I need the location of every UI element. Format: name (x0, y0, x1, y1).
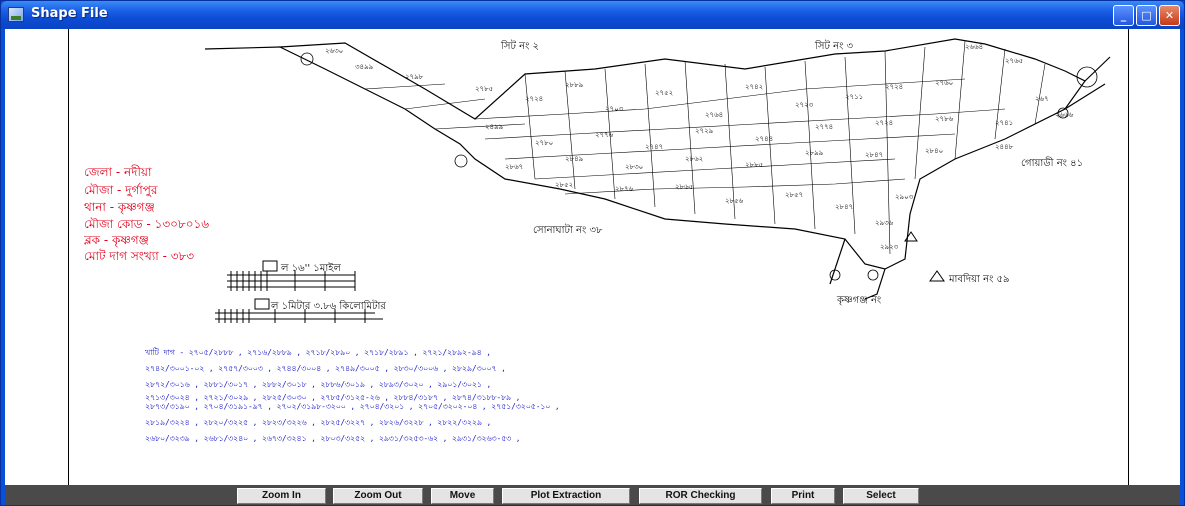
svg-text:২৮৬২: ২৮৬২ (685, 155, 703, 163)
svg-text:২৭৭৪: ২৭৭৪ (815, 123, 833, 131)
zoom-out-button[interactable]: Zoom Out (333, 488, 423, 504)
svg-text:২৭২৪: ২৭২৪ (525, 95, 543, 103)
plot-list-line-3: ২৮৭২/৩০১৬ , ২৮৮১/৩০১৭ , ২৮৮২/৩০১৮ , ২৮৮৬… (145, 380, 492, 389)
map-label-krishnaganj: কৃষ্ণগঞ্জ নং (837, 295, 882, 306)
svg-text:২৭০৩: ২৭০৩ (605, 105, 624, 113)
svg-text:২৭৮৫: ২৭৮৫ (475, 85, 493, 93)
map-label-madhabdia: মাবদিয়া নং ৫৯ (949, 274, 1010, 285)
svg-text:২৭৬৫: ২৭৬৫ (1005, 57, 1023, 65)
svg-text:২৮৭৬: ২৮৭৬ (615, 185, 634, 193)
print-button[interactable]: Print (771, 488, 835, 504)
map-label-gorachand: গোয়াডী নং ৪১ (1021, 158, 1084, 169)
svg-text:২৮৫৬: ২৮৫৬ (725, 197, 744, 205)
ror-checking-button[interactable]: ROR Checking (639, 488, 762, 504)
svg-text:২৬৬৬: ২৬৬৬ (1055, 111, 1074, 119)
plot-list-line-7: ২৬৮০/৩২৩৯ , ২৬৮১/৩২৪০ , ২৬৭৩/৩২৪১ , ২৮০৩… (145, 434, 521, 443)
map-canvas[interactable]: ২৬৩০ ৩৪৯৯ ২৭৯৮ ২৭৮৫ ২৭২৪ ২৮৮৯ ২৭০৩ ২৭৫২ ২৭৬৪… (5, 29, 1180, 485)
svg-text:২৭৮৬: ২৭৮৬ (935, 115, 954, 123)
svg-text:২৭২৩: ২৭২৩ (795, 101, 814, 109)
svg-text:২৭২৪: ২৭২৪ (885, 83, 903, 91)
legend-district: জেলা - নদীয়া (84, 165, 152, 179)
svg-text:২৬৭: ২৬৭ (1035, 95, 1049, 103)
svg-text:২৭৪৭: ২৭৪৭ (645, 143, 663, 151)
map-label-sonaghati: সোনাঘাটা নং ৩৮ (533, 225, 603, 236)
svg-text:২৭৪১: ২৭৪১ (995, 119, 1013, 127)
title-bar[interactable]: Shape File _ □ ✕ (1, 1, 1184, 29)
svg-text:২৯০৩: ২৯০৩ (895, 193, 914, 201)
svg-text:২৯২৩: ২৯২৩ (880, 243, 899, 251)
select-button[interactable]: Select (843, 488, 919, 504)
plot-list-line-1: খাটি দাগ - ২৭০৫/২৮৮৮ , ২৭১৬/২৮৮৯ , ২৭১৮/… (145, 348, 491, 357)
minimize-button[interactable]: _ (1113, 5, 1134, 26)
scale-inch-label: ল ১৬'' ১মাইল (281, 263, 341, 274)
svg-text:২৪৯৯: ২৪৯৯ (485, 123, 504, 131)
svg-text:৩৪৯৯: ৩৪৯৯ (355, 63, 374, 71)
svg-text:২৮৪০: ২৮৪০ (925, 147, 943, 155)
move-button[interactable]: Move (431, 488, 494, 504)
svg-text:২৭৪৪: ২৭৪৪ (755, 135, 773, 143)
svg-text:২৮৮৯: ২৮৮৯ (565, 81, 584, 89)
plot-list-line-5: ২৮৭৩/৩১৯০ , ২৭০৪/৩১৯১-৯৭ , ২৭০২/৩১৯৮-৩২০… (145, 402, 560, 411)
bottom-toolbar: Zoom In Zoom Out Move Plot Extraction RO… (5, 485, 1180, 505)
svg-text:২৮৫২: ২৮৫২ (555, 181, 573, 189)
shape-file-window: Shape File _ □ ✕ ২৬৩০ ৩৪৯৯ ২৭৯৮ ২৭৮৫ ২৭২… (0, 0, 1185, 506)
svg-text:২৮৪৭: ২৮৪৭ (865, 151, 883, 159)
svg-text:২৭৬০: ২৭৬০ (935, 79, 953, 87)
svg-text:২৮৬৭: ২৮৬৭ (505, 163, 523, 171)
svg-text:২৮৮৫: ২৮৮৫ (745, 161, 763, 169)
svg-text:২৭৬৪: ২৭৬৪ (705, 111, 723, 119)
svg-text:২৭৪২: ২৭৪২ (745, 83, 763, 91)
window-title: Shape File (31, 6, 108, 21)
svg-text:২৭৭৬: ২৭৭৬ (595, 131, 614, 139)
svg-text:২৪৪৮: ২৪৪৮ (995, 143, 1014, 151)
svg-text:২৭৫২: ২৭৫২ (655, 89, 673, 97)
svg-text:২৮৫৭: ২৮৫৭ (785, 191, 803, 199)
app-icon (8, 7, 24, 22)
map-label-sheet-2: সিট নং ২ (501, 41, 540, 52)
svg-text:২৭২৯: ২৭২৯ (695, 127, 714, 135)
plot-extraction-button[interactable]: Plot Extraction (502, 488, 630, 504)
scale-km-label: ল ১মিটার ৩.৮৬ কিলোমিটার (271, 301, 386, 312)
svg-text:২৯৩৬: ২৯৩৬ (875, 219, 894, 227)
svg-text:২৬৩০: ২৬৩০ (325, 47, 343, 55)
map-label-sheet-3: সিট নং ৩ (815, 41, 854, 52)
plot-list-line-6: ২৮১৯/৩২২৪ , ২৮২০/৩২২৫ , ২৮২৩/৩২২৬ , ২৮২৫… (145, 418, 492, 427)
svg-text:২৭১১: ২৭১১ (845, 93, 863, 101)
svg-text:২৮৩০: ২৮৩০ (625, 163, 643, 171)
svg-text:২৮৬৫: ২৮৬৫ (675, 183, 693, 191)
svg-text:২৮৪৭: ২৮৪৭ (835, 203, 853, 211)
legend-total-plots: মোট দাগ সংখ্যা - ৩৮৩ (84, 249, 195, 263)
svg-text:২৬৬৪: ২৬৬৪ (965, 43, 983, 51)
svg-text:২৮৯৯: ২৮৯৯ (805, 149, 824, 157)
svg-text:২৭২৪: ২৭২৪ (875, 119, 893, 127)
svg-text:২৭৮০: ২৭৮০ (535, 139, 553, 147)
plot-list-line-2: ২৭৪২/৩০০১-০২ , ২৭৫৭/৩০০৩ , ২৭৪৪/৩০০৪ , ২… (145, 364, 506, 373)
close-button[interactable]: ✕ (1159, 5, 1180, 26)
zoom-in-button[interactable]: Zoom In (237, 488, 326, 504)
maximize-button[interactable]: □ (1136, 5, 1157, 26)
svg-text:২৮৪৯: ২৮৪৯ (565, 155, 584, 163)
svg-text:২৭৯৮: ২৭৯৮ (405, 73, 424, 81)
